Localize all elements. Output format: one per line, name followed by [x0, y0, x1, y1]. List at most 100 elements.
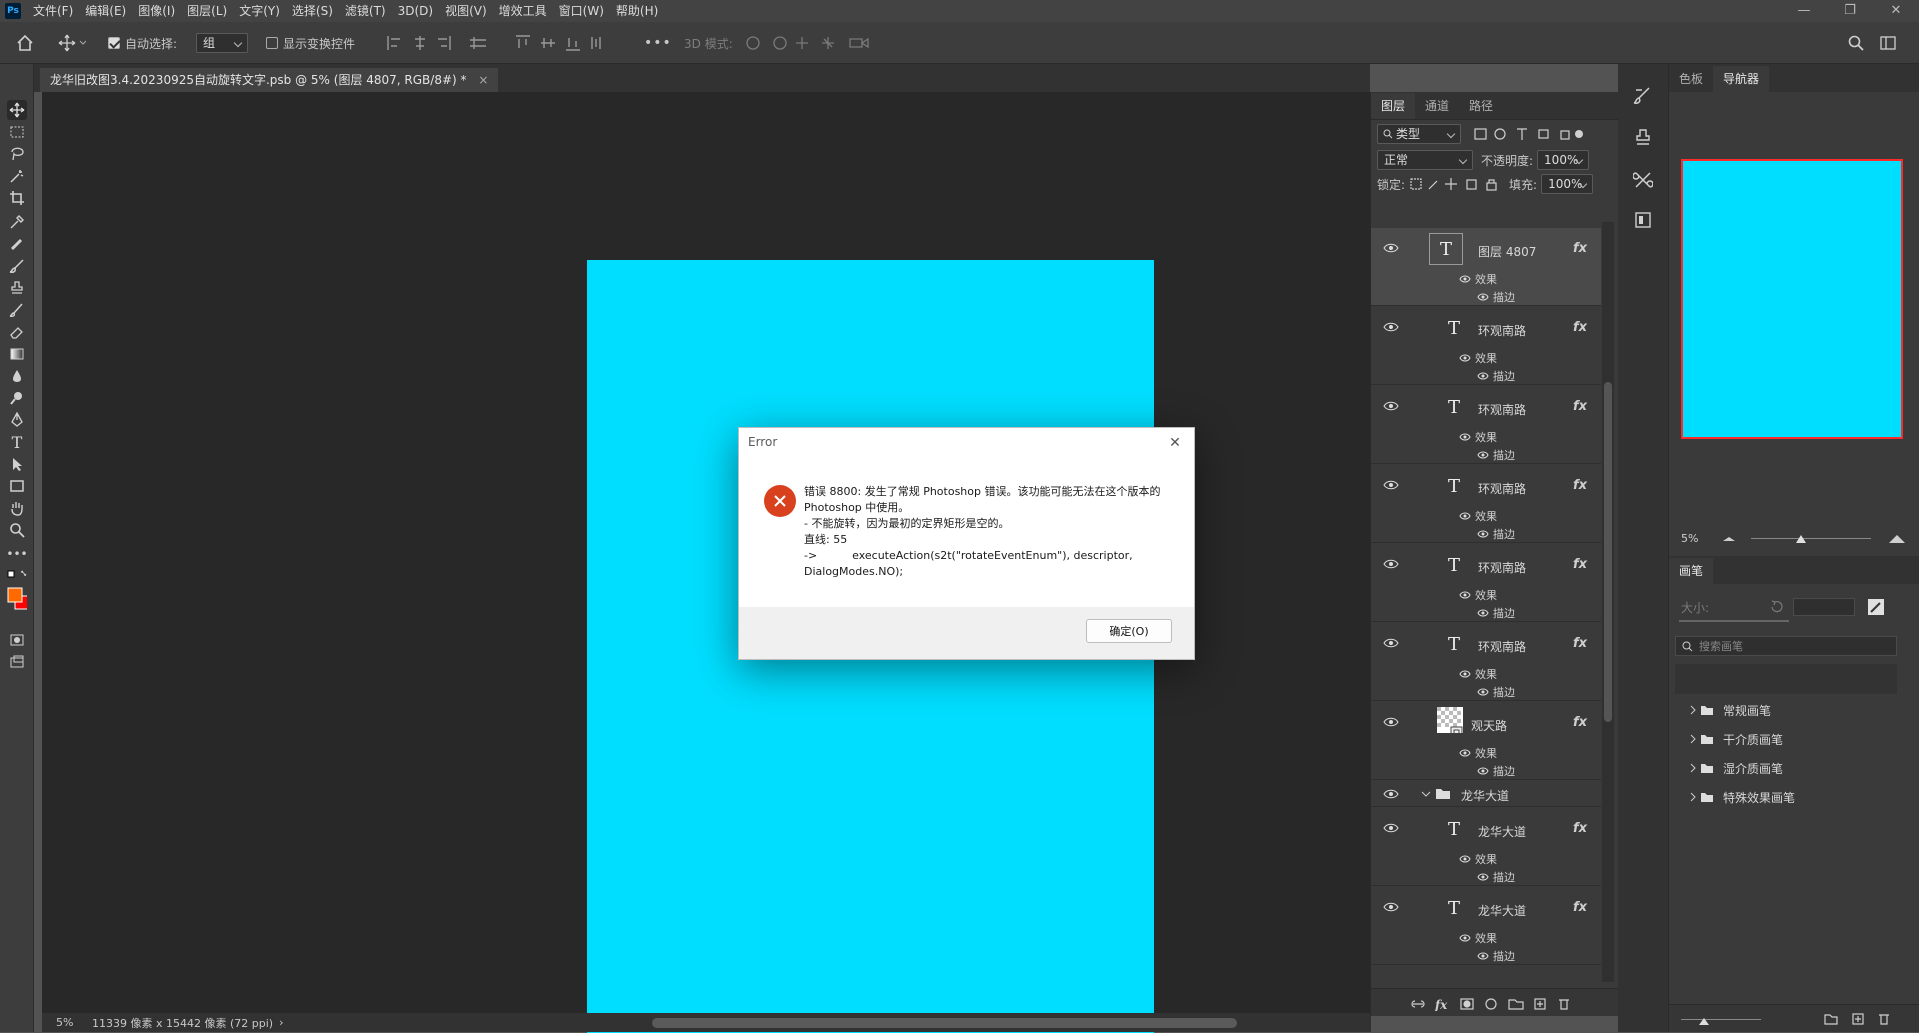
move-tool-preset-icon[interactable] [58, 22, 86, 64]
layer-actions-icons[interactable]: fx [1411, 997, 1591, 1011]
brush-folder[interactable]: 干介质画笔 [1689, 729, 1783, 749]
workspace-icon[interactable] [1880, 22, 1896, 64]
stroke-eye-icon[interactable] [1477, 451, 1489, 459]
edit-toolbar-icon[interactable]: ••• [6, 544, 27, 564]
dialog-close-icon[interactable]: ✕ [1164, 432, 1186, 454]
layers-scrollbar[interactable] [1602, 222, 1614, 982]
fx-icon[interactable]: fx [1573, 241, 1587, 256]
tab-brushes[interactable]: 画笔 [1669, 558, 1714, 584]
pen-tool-icon[interactable] [7, 410, 27, 430]
effects-eye-icon[interactable] [1459, 433, 1471, 441]
fx-icon[interactable]: fx [1573, 821, 1587, 836]
swap-colors-icon[interactable] [7, 566, 27, 586]
fx-icon[interactable]: fx [1573, 715, 1587, 730]
effects-row[interactable]: 效果 [1459, 930, 1497, 946]
layer-filter-icons[interactable] [1473, 127, 1583, 141]
zoom-tool-icon[interactable] [7, 520, 27, 540]
effects-row[interactable]: 效果 [1459, 587, 1497, 603]
effects-row[interactable]: 效果 [1459, 508, 1497, 524]
layer-group-row[interactable]: 龙华大道 [1371, 781, 1601, 807]
tab-paths[interactable]: 路径 [1459, 93, 1503, 119]
hand-tool-icon[interactable] [7, 498, 27, 518]
menu-plugins[interactable]: 增效工具 [493, 0, 553, 22]
brush-folder[interactable]: 湿介质画笔 [1689, 758, 1783, 778]
stroke-eye-icon[interactable] [1477, 688, 1489, 696]
fx-icon[interactable]: fx [1573, 557, 1587, 572]
stroke-row[interactable]: 描边 [1477, 948, 1515, 964]
menu-layer[interactable]: 图层(L) [181, 0, 233, 22]
stroke-eye-icon[interactable] [1477, 372, 1489, 380]
quick-mask-icon[interactable] [7, 630, 27, 650]
menu-type[interactable]: 文字(Y) [233, 0, 286, 22]
visibility-eye-icon[interactable] [1383, 717, 1399, 727]
visibility-eye-icon[interactable] [1383, 559, 1399, 569]
effects-row[interactable]: 效果 [1459, 429, 1497, 445]
brush-folder[interactable]: 常规画笔 [1689, 700, 1771, 720]
menu-view[interactable]: 视图(V) [439, 0, 493, 22]
brush-size-field[interactable] [1793, 598, 1856, 616]
effects-row[interactable]: 效果 [1459, 745, 1497, 761]
fx-icon[interactable]: fx [1573, 399, 1587, 414]
stroke-row[interactable]: 描边 [1477, 763, 1515, 779]
status-arrow-icon[interactable]: › [279, 1016, 283, 1029]
layer-row[interactable]: T 环观南路 fx 效果 描边 [1371, 307, 1601, 385]
lasso-tool-icon[interactable] [7, 144, 27, 164]
type-tool-icon[interactable]: T [7, 432, 27, 452]
move-tool-icon[interactable] [7, 100, 27, 120]
crop-tool-icon[interactable] [7, 188, 27, 208]
menu-edit[interactable]: 编辑(E) [79, 0, 132, 22]
visibility-eye-icon[interactable] [1383, 480, 1399, 490]
stroke-row[interactable]: 描边 [1477, 605, 1515, 621]
layer-row[interactable]: T 图层 4807 fx 效果 描边 [1371, 228, 1601, 306]
layer-filter-dropdown[interactable]: 类型 [1377, 124, 1461, 144]
visibility-eye-icon[interactable] [1383, 823, 1399, 833]
auto-select-checkbox[interactable]: 自动选择: [108, 22, 177, 64]
magic-wand-tool-icon[interactable] [7, 166, 27, 186]
reset-icon[interactable] [1769, 600, 1785, 614]
chevron-down-icon[interactable] [1421, 790, 1431, 798]
minimize-button[interactable]: — [1781, 0, 1827, 22]
menu-select[interactable]: 选择(S) [286, 0, 339, 22]
layer-row[interactable]: T 环观南路 fx 效果 描边 [1371, 465, 1601, 543]
brushes-actions-icons[interactable] [1679, 1011, 1909, 1027]
blur-tool-icon[interactable] [7, 366, 27, 386]
fx-icon[interactable]: fx [1573, 320, 1587, 335]
stroke-eye-icon[interactable] [1477, 952, 1489, 960]
effects-row[interactable]: 效果 [1459, 851, 1497, 867]
visibility-eye-icon[interactable] [1383, 902, 1399, 912]
restore-button[interactable]: ❐ [1827, 0, 1873, 22]
navigator-zoom-value[interactable]: 5% [1681, 532, 1721, 545]
stroke-eye-icon[interactable] [1477, 293, 1489, 301]
brush-folder[interactable]: 特殊效果画笔 [1689, 787, 1795, 807]
brush-tool-icon[interactable] [7, 256, 27, 276]
visibility-eye-icon[interactable] [1383, 401, 1399, 411]
effects-eye-icon[interactable] [1459, 670, 1471, 678]
stroke-eye-icon[interactable] [1477, 767, 1489, 775]
fx-icon[interactable]: fx [1573, 900, 1587, 915]
clone-source-icon[interactable] [1633, 128, 1653, 148]
status-zoom[interactable]: 5% [56, 1016, 86, 1029]
menu-window[interactable]: 窗口(W) [553, 0, 610, 22]
navigator-preview[interactable] [1681, 159, 1903, 439]
effects-row[interactable]: 效果 [1459, 350, 1497, 366]
stroke-row[interactable]: 描边 [1477, 368, 1515, 384]
menu-file[interactable]: 文件(F) [27, 0, 79, 22]
effects-eye-icon[interactable] [1459, 749, 1471, 757]
search-icon[interactable] [1848, 22, 1864, 64]
effects-eye-icon[interactable] [1459, 934, 1471, 942]
document-tab[interactable]: 龙华旧改图3.4.20230925自动旋转文字.psb @ 5% (图层 480… [40, 68, 499, 92]
stroke-row[interactable]: 描边 [1477, 447, 1515, 463]
healing-brush-tool-icon[interactable] [7, 234, 27, 254]
brush-settings-icon[interactable] [1633, 86, 1653, 106]
effects-eye-icon[interactable] [1459, 275, 1471, 283]
stroke-eye-icon[interactable] [1477, 530, 1489, 538]
visibility-eye-icon[interactable] [1383, 638, 1399, 648]
menu-image[interactable]: 图像(I) [132, 0, 181, 22]
tab-swatches[interactable]: 色板 [1669, 66, 1713, 92]
stroke-eye-icon[interactable] [1477, 873, 1489, 881]
auto-select-dropdown[interactable]: 组 [196, 22, 248, 64]
layer-row[interactable]: T 龙华大道 fx 效果 描边 [1371, 887, 1601, 965]
blend-mode-dropdown[interactable]: 正常 [1377, 150, 1473, 170]
marquee-tool-icon[interactable] [7, 122, 27, 142]
home-icon[interactable] [16, 22, 34, 64]
